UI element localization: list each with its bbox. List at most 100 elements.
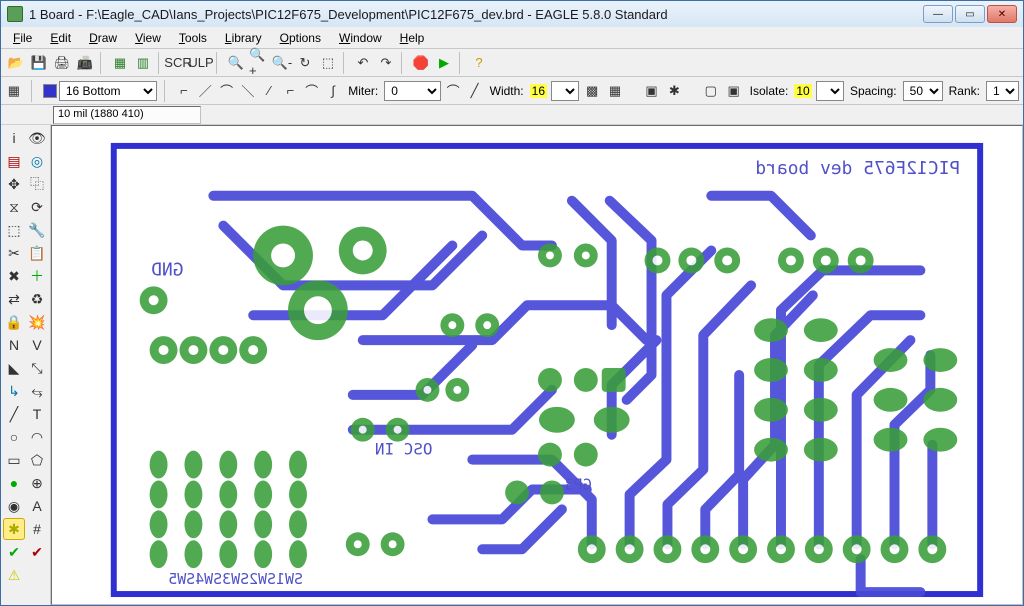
display-tool-icon[interactable]: ▤ xyxy=(3,150,25,172)
info-tool-icon[interactable]: i xyxy=(3,127,25,149)
miter-round-icon[interactable]: ⌒ xyxy=(445,81,461,101)
mark-tool-icon[interactable]: ◎ xyxy=(26,150,48,172)
schematic-icon[interactable]: ▦ xyxy=(109,52,131,74)
poly-pour-solid-icon[interactable]: ▩ xyxy=(583,80,601,102)
menu-library[interactable]: Library xyxy=(217,29,270,47)
ratsnest-tool-icon[interactable]: ✱ xyxy=(3,518,25,540)
miter-straight-icon[interactable]: ╱ xyxy=(466,81,482,101)
menu-window[interactable]: Window xyxy=(331,29,390,47)
cut-tool-icon[interactable]: ✂ xyxy=(3,242,25,264)
layer-selector[interactable]: 16 Bottom xyxy=(43,81,157,101)
polygon-tool-icon[interactable]: ⬠ xyxy=(26,449,48,471)
group-tool-icon[interactable]: ⬚ xyxy=(3,219,25,241)
zoom-in-icon[interactable]: 🔍+ xyxy=(248,52,270,74)
spacing-combo[interactable]: 50 xyxy=(903,81,943,101)
open-icon[interactable]: 📂 xyxy=(5,52,27,74)
bend-style-1-icon[interactable]: ⌐ xyxy=(176,81,192,101)
menu-view[interactable]: View xyxy=(127,29,169,47)
route-tool-icon[interactable]: ↳ xyxy=(3,380,25,402)
arc-tool-icon[interactable]: ◠ xyxy=(26,426,48,448)
miter-combo[interactable]: 0 xyxy=(384,81,441,101)
smash-tool-icon[interactable]: 💥 xyxy=(26,311,48,333)
rotate-tool-icon[interactable]: ⟳ xyxy=(26,196,48,218)
undo-icon[interactable]: ↶ xyxy=(352,52,374,74)
auto-tool-icon[interactable]: # xyxy=(26,518,48,540)
add-tool-icon[interactable]: ＋ xyxy=(26,265,48,287)
poly-thermals-icon[interactable]: ✱ xyxy=(665,80,683,102)
menu-help[interactable]: Help xyxy=(392,29,433,47)
text-tool-icon[interactable]: T xyxy=(26,403,48,425)
board-canvas[interactable]: PIC12F675 dev board GND +5v GND GP0 GP1 … xyxy=(51,125,1023,605)
bend-style-4-icon[interactable]: ＼ xyxy=(240,81,256,101)
layer-combo[interactable]: 16 Bottom xyxy=(59,81,157,101)
stop-icon[interactable]: 🛑 xyxy=(410,52,432,74)
script-icon[interactable]: SCR xyxy=(167,52,189,74)
change-tool-icon[interactable]: 🔧 xyxy=(26,219,48,241)
maximize-button[interactable]: ▭ xyxy=(955,5,985,23)
zoom-out-icon[interactable]: 🔍- xyxy=(271,52,293,74)
errors-tool-icon[interactable]: ⚠ xyxy=(3,564,25,586)
window-title: 1 Board - F:\Eagle_CAD\Ians_Projects\PIC… xyxy=(29,7,923,22)
move-tool-icon[interactable]: ✥ xyxy=(3,173,25,195)
circle-tool-icon[interactable]: ○ xyxy=(3,426,25,448)
zoom-fit-icon[interactable]: 🔍 xyxy=(225,52,247,74)
bend-style-5-icon[interactable]: ∕ xyxy=(261,81,277,101)
via-tool-icon[interactable]: ● xyxy=(3,472,25,494)
isolate-combo[interactable] xyxy=(816,81,844,101)
erc-tool-icon[interactable]: ✔ xyxy=(3,541,25,563)
save-icon[interactable]: 💾 xyxy=(28,52,50,74)
attribute-tool-icon[interactable]: A xyxy=(26,495,48,517)
value-tool-icon[interactable]: V xyxy=(26,334,48,356)
poly-outline-1-icon[interactable]: ▢ xyxy=(702,80,720,102)
drc-tool-icon[interactable]: ✔ xyxy=(26,541,48,563)
lock-tool-icon[interactable]: 🔒 xyxy=(3,311,25,333)
zoom-select-icon[interactable]: ⬚ xyxy=(317,52,339,74)
poly-pour-hatch-icon[interactable]: ▦ xyxy=(606,80,624,102)
board-icon[interactable]: ▥ xyxy=(132,52,154,74)
split-tool-icon[interactable]: ⤡ xyxy=(26,357,48,379)
close-button[interactable]: ✕ xyxy=(987,5,1017,23)
width-combo[interactable] xyxy=(551,81,579,101)
hole-tool-icon[interactable]: ◉ xyxy=(3,495,25,517)
ulp-icon[interactable]: ULP xyxy=(190,52,212,74)
bend-style-8-icon[interactable]: ∫ xyxy=(325,81,341,101)
zoom-redraw-icon[interactable]: ↻ xyxy=(294,52,316,74)
wire-tool-icon[interactable]: ╱ xyxy=(3,403,25,425)
coord-bar: 10 mil (1880 410) xyxy=(1,105,1023,125)
redo-icon[interactable]: ↷ xyxy=(375,52,397,74)
rect-tool-icon[interactable]: ▭ xyxy=(3,449,25,471)
name-tool-icon[interactable]: N xyxy=(3,334,25,356)
menu-options[interactable]: Options xyxy=(272,29,329,47)
minimize-button[interactable]: — xyxy=(923,5,953,23)
menu-tools[interactable]: Tools xyxy=(171,29,215,47)
bend-style-3-icon[interactable]: ⌒ xyxy=(218,81,234,101)
signal-tool-icon[interactable]: ⊕ xyxy=(26,472,48,494)
ripup-tool-icon[interactable]: ⥃ xyxy=(26,380,48,402)
separator xyxy=(158,52,164,74)
menu-draw[interactable]: Draw xyxy=(81,29,125,47)
mirror-tool-icon[interactable]: ⧖ xyxy=(3,196,25,218)
show-tool-icon[interactable]: 👁 xyxy=(26,127,48,149)
copy-tool-icon[interactable]: ⿻ xyxy=(26,173,48,195)
replace-tool-icon[interactable]: ♻ xyxy=(26,288,48,310)
param-toolbar: ▦ 16 Bottom ⌐ ／ ⌒ ＼ ∕ ⌐ ⌒ ∫ Miter: 0 ⌒ ╱… xyxy=(1,77,1023,105)
miter-label: Miter: xyxy=(346,84,380,98)
poly-orphans-icon[interactable]: ▣ xyxy=(643,80,661,102)
rank-combo[interactable]: 1 xyxy=(986,81,1019,101)
go-icon[interactable]: ▶ xyxy=(433,52,455,74)
menu-edit[interactable]: Edit xyxy=(42,29,79,47)
miter-tool-icon[interactable]: ◣ xyxy=(3,357,25,379)
bend-style-7-icon[interactable]: ⌒ xyxy=(304,81,320,101)
paste-tool-icon[interactable]: 📋 xyxy=(26,242,48,264)
pinswap-tool-icon[interactable]: ⇄ xyxy=(3,288,25,310)
menu-file[interactable]: File xyxy=(5,29,40,47)
bend-style-2-icon[interactable]: ／ xyxy=(197,81,213,101)
delete-tool-icon[interactable]: ✖ xyxy=(3,265,25,287)
print-icon[interactable]: 🖨 xyxy=(51,52,73,74)
poly-outline-2-icon[interactable]: ▣ xyxy=(725,80,743,102)
help-icon[interactable]: ? xyxy=(468,52,490,74)
grid-icon[interactable]: ▦ xyxy=(5,80,23,102)
bend-style-6-icon[interactable]: ⌐ xyxy=(282,81,298,101)
cam-icon[interactable]: 📠 xyxy=(74,52,96,74)
separator xyxy=(216,52,222,74)
